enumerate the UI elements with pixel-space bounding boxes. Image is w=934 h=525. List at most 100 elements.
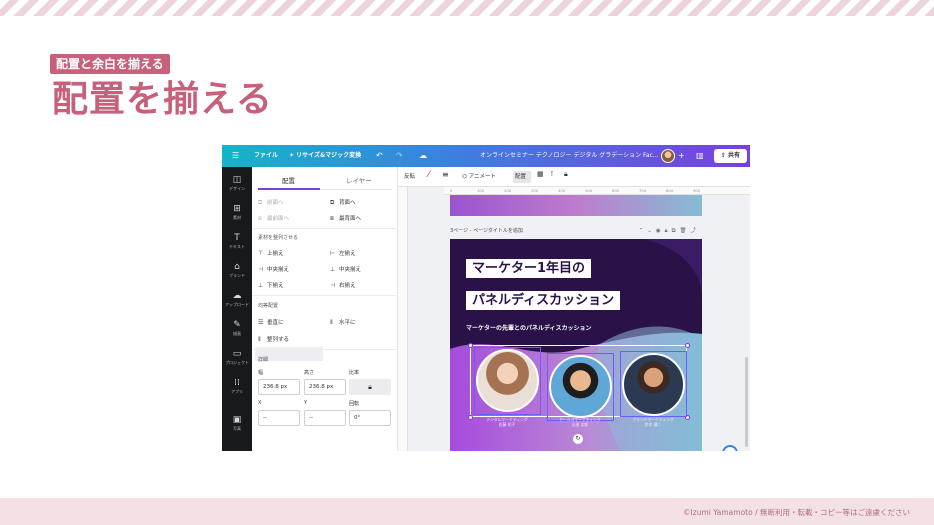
rail-item-upload[interactable]: ☁ アップロード <box>222 291 252 308</box>
animate-button[interactable]: ⌬ アニメート <box>462 172 496 180</box>
ruler-tick: 200 <box>504 188 512 193</box>
rail-item-elements[interactable]: ⊞ 素材 <box>222 204 252 221</box>
page-header-bar: 3ページ - ページタイトルを追加 ⌃⌄◉🔒︎⧉🗑︎⤴ <box>450 225 702 237</box>
rail-item-apps[interactable]: ⁞⁞ アプリ <box>222 378 252 395</box>
align-top-button[interactable]: ⊤ 上揃え <box>258 249 284 257</box>
apps-icon: ⁞⁞ <box>234 378 240 388</box>
rail-label: プロジェクト <box>225 360 249 365</box>
speaker-2-caption[interactable]: セールスマーケティング 山田 太郎 <box>540 417 620 427</box>
user-avatar[interactable] <box>661 149 675 163</box>
speaker-photo-1[interactable] <box>476 349 539 412</box>
rail-item-design[interactable]: ◫ デザイン <box>222 175 252 192</box>
upload-icon: ☁ <box>232 291 242 301</box>
align-bottom-button[interactable]: ⊥ 下揃え <box>258 281 284 289</box>
space-vertical-icon: ☰ <box>258 319 264 326</box>
height-input[interactable]: 236.8 px <box>304 379 346 395</box>
page-actions[interactable]: ⌃⌄◉🔒︎⧉🗑︎⤴ <box>639 226 700 235</box>
send-to-back-button[interactable]: ⧈ 最背面へ <box>330 214 361 223</box>
width-label: 幅 <box>258 370 264 376</box>
slide-heading: 配置を揃える <box>52 79 273 120</box>
rail-item-brand[interactable]: ⌂ ブランド <box>222 262 252 279</box>
flip-button[interactable]: 反転 <box>404 172 415 180</box>
position-button[interactable]: 配置 <box>515 172 526 180</box>
lock-icon[interactable]: 🔒︎ <box>564 170 568 179</box>
width-input[interactable]: 236.8 px <box>258 379 300 395</box>
border-color-icon[interactable]: ⁄ <box>428 170 430 180</box>
file-menu[interactable]: ファイル <box>254 145 278 167</box>
photos-icon: ▣ <box>232 415 242 425</box>
send-backward-button[interactable]: ⧉ 背面へ <box>330 198 356 207</box>
hamburger-icon[interactable]: ☰ <box>232 145 239 167</box>
ruler-tick: 600 <box>612 188 620 193</box>
rail-label: 描画 <box>233 331 241 336</box>
rail-label: アップロード <box>225 302 249 307</box>
position-panel: 配置 レイヤー ⧉ 前面へ ⧉ 背面へ ⧈ 最前面へ ⧈ 最背面へ 素材を整列させる ⊤… <box>252 167 398 451</box>
y-input[interactable]: -- <box>304 410 346 426</box>
details-section-label: 詳細 <box>258 357 269 363</box>
design-page[interactable]: マーケター1年目の パネルディスカッション マーケターの先輩とのパネルディスカッ… <box>450 239 702 451</box>
paint-format-icon[interactable]: ⊺ <box>550 170 554 178</box>
add-collaborator-icon[interactable]: + <box>678 145 685 167</box>
bring-to-front-button[interactable]: ⧈ 最前面へ <box>258 214 289 223</box>
speaker-1-caption[interactable]: デジタルマーケティング 佐藤 花子 <box>467 417 547 427</box>
speaker-2-name: 山田 太郎 <box>571 422 589 427</box>
page-title-label[interactable]: 3ページ - ページタイトルを追加 <box>450 227 523 234</box>
redo-icon[interactable]: ↷ <box>396 145 403 167</box>
rotate-handle-icon[interactable]: ↻ <box>573 434 583 444</box>
editor-topbar: ☰ ファイル ✦ リサイズ&マジック変換 ↶ ↷ ☁ オンラインセミナー テクノ… <box>222 145 750 167</box>
design-subtitle[interactable]: マーケターの先輩とのパネルディスカッション <box>466 323 592 332</box>
undo-icon[interactable]: ↶ <box>376 145 383 167</box>
rail-item-text[interactable]: T テキスト <box>222 233 252 250</box>
space-horizontally-button[interactable]: ⦀ 水平に <box>330 318 356 327</box>
help-button[interactable] <box>722 445 738 451</box>
horizontal-ruler: 0 100 200 300 400 500 600 700 800 900 <box>444 187 750 195</box>
left-rail: ◫ デザイン ⊞ 素材 T テキスト ⌂ ブランド ☁ アップロード ✎ 描画 … <box>222 167 252 451</box>
speaker-photo-3[interactable] <box>622 353 685 416</box>
ruler-tick: 700 <box>639 188 647 193</box>
space-vertically-button[interactable]: ☰ 垂直に <box>258 318 284 326</box>
rail-label: ブランド <box>229 273 245 278</box>
resize-handle[interactable] <box>468 343 473 348</box>
vertical-ruler <box>398 187 408 451</box>
speaker-3-caption[interactable]: ブランドマーケティング 鈴木 健二 <box>613 417 693 427</box>
aspect-lock-icon[interactable]: 🔒︎ <box>349 379 391 395</box>
ruler-tick: 300 <box>531 188 539 193</box>
share-button[interactable]: ⇪ 共有 <box>714 149 747 163</box>
rotate-input[interactable]: 0° <box>349 410 391 426</box>
align-section-label: 素材を整列させる <box>258 235 299 241</box>
forward-icon: ⧉ <box>258 199 263 206</box>
previous-page-preview[interactable] <box>450 195 702 216</box>
tidy-up-button[interactable]: ⦀ 整列する <box>258 335 289 344</box>
speaker-photo-2[interactable] <box>549 355 612 418</box>
resize-button[interactable]: ✦ リサイズ&マジック変換 <box>289 145 361 167</box>
align-left-button[interactable]: ⊢ 左揃え <box>330 249 356 257</box>
rail-label: デザイン <box>229 186 245 191</box>
ruler-tick: 900 <box>693 188 701 193</box>
speaker-3-name: 鈴木 健二 <box>644 422 662 427</box>
x-input[interactable]: -- <box>258 410 300 426</box>
tab-layers[interactable]: レイヤー <box>346 175 372 185</box>
document-title[interactable]: オンラインセミナー テクノロジー デジタル グラデーション Fac... <box>480 145 659 167</box>
border-style-icon[interactable]: ≡ <box>442 170 449 179</box>
share-label: 共有 <box>728 152 741 159</box>
align-left-icon: ⊢ <box>330 250 336 257</box>
align-center-button[interactable]: ⊥ 中央揃え <box>330 265 361 273</box>
transparency-icon[interactable]: ▦ <box>537 170 544 178</box>
rail-item-draw[interactable]: ✎ 描画 <box>222 320 252 337</box>
align-bottom-icon: ⊥ <box>258 282 264 289</box>
align-right-button[interactable]: ⊣ 右揃え <box>330 281 356 289</box>
vertical-scrollbar[interactable] <box>745 357 748 447</box>
title-line-2[interactable]: パネルディスカッション <box>466 291 621 310</box>
rail-item-projects[interactable]: ▭ プロジェクト <box>222 349 252 366</box>
bring-forward-button[interactable]: ⧉ 前面へ <box>258 198 284 207</box>
resize-handle[interactable] <box>685 343 690 348</box>
rotate-label: 回転 <box>349 401 360 407</box>
ruler-tick: 400 <box>558 188 566 193</box>
title-line-1[interactable]: マーケター1年目の <box>466 259 592 278</box>
tab-arrange[interactable]: 配置 <box>282 175 295 185</box>
insights-chart-icon[interactable]: ▥ <box>696 145 704 167</box>
space-horizontal-icon: ⦀ <box>330 319 333 326</box>
align-middle-button[interactable]: ⊣ 中央揃え <box>258 265 289 273</box>
ruler-tick: 500 <box>585 188 593 193</box>
rail-item-photos[interactable]: ▣ 写真 <box>222 415 252 432</box>
